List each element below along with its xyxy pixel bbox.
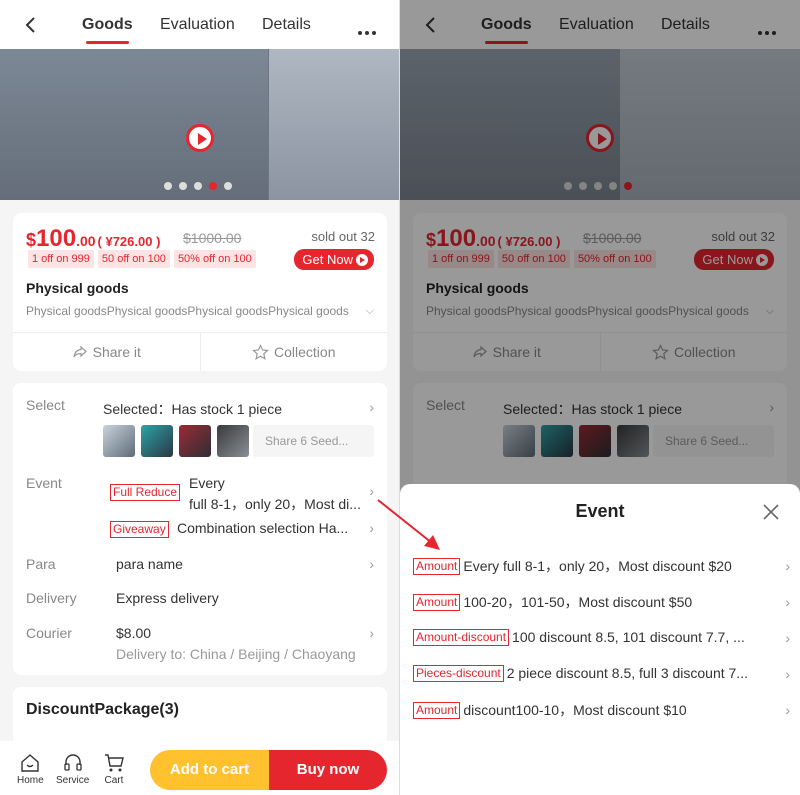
event-tag: Pieces-discount <box>413 665 504 682</box>
promo-tag: 1 off on 999 <box>28 250 94 268</box>
delivery-row: Delivery Express delivery <box>26 590 219 606</box>
original-price: $1000.00 <box>183 230 242 246</box>
back-arrow-icon[interactable] <box>20 14 42 36</box>
event-row[interactable]: Event Full Reduce Every full 8-1，only 20… <box>26 475 374 515</box>
more-icon[interactable] <box>355 22 376 40</box>
product-photo <box>269 49 400 200</box>
para-row[interactable]: Para para name › <box>26 556 374 576</box>
spec-thumbnails[interactable] <box>103 425 249 457</box>
play-video-icon[interactable] <box>186 124 214 152</box>
share-icon <box>73 345 87 358</box>
home-button[interactable]: Home <box>17 753 44 786</box>
chevron-right-icon: › <box>785 630 790 646</box>
tab-goods[interactable]: Goods <box>82 16 133 44</box>
event-sheet: Event Amount Every full 8-1，only 20，Most … <box>400 484 800 795</box>
event-item[interactable]: Amount Every full 8-1，only 20，Most discou… <box>413 556 790 576</box>
discount-package-title: DiscountPackage(3) <box>26 701 179 718</box>
buy-now-button[interactable]: Buy now <box>269 750 387 790</box>
headset-icon <box>64 754 82 771</box>
product-description: Physical goodsPhysical goodsPhysical goo… <box>26 304 349 318</box>
product-name: Physical goods <box>26 280 129 296</box>
event-item[interactable]: Amount-discount 100 discount 8.5, 101 dis… <box>413 628 790 646</box>
promo-tag: 50 off on 100 <box>97 250 170 268</box>
get-now-button[interactable]: Get Now <box>294 249 374 270</box>
product-photo <box>0 49 268 200</box>
tab-evaluation[interactable]: Evaluation <box>160 16 235 34</box>
promo-tag: 50% off on 100 <box>173 250 256 268</box>
event-item[interactable]: Amount 100-20，101-50，Most discount $50 › <box>413 592 790 612</box>
event-tag: Amount <box>413 557 461 575</box>
promo-tags: 1 off on 999 50 off on 100 50% off on 10… <box>28 250 256 268</box>
price-card: $100.00( ¥726.00 ) $1000.00 sold out 32 … <box>13 213 387 371</box>
event-tag: Giveaway <box>110 520 169 538</box>
chevron-right-icon: › <box>369 625 374 641</box>
event-tag: Amount <box>413 593 461 611</box>
sheet-title: Event <box>575 501 625 521</box>
sold-count: sold out 32 <box>311 229 375 244</box>
courier-row[interactable]: Courier $8.00 Delivery to: China / Beiji… <box>26 625 374 665</box>
event-item[interactable]: Amount discount100-10，Most discount $10 › <box>413 700 790 720</box>
event-tag: Amount-discount <box>413 629 510 646</box>
giveaway-row[interactable]: Giveaway Combination selection Ha... › <box>26 520 374 540</box>
chevron-right-icon: › <box>369 399 374 415</box>
service-button[interactable]: Service <box>56 753 89 786</box>
event-item[interactable]: Pieces-discount 2 piece discount 8.5, ful… <box>413 664 790 682</box>
chevron-right-icon: › <box>785 702 790 718</box>
product-screen: Goods Evaluation Details $100.00( ¥726.0… <box>0 0 400 795</box>
chevron-down-icon[interactable]: ⌵ <box>366 305 374 318</box>
chevron-right-icon: › <box>785 558 790 574</box>
carousel-dots <box>164 182 232 190</box>
home-icon <box>21 754 40 772</box>
price: $100.00( ¥726.00 ) <box>26 225 161 252</box>
thumbnail[interactable] <box>217 425 249 457</box>
thumbnail[interactable] <box>103 425 135 457</box>
arrow-circle-icon <box>356 253 368 266</box>
bottom-bar: Home Service Cart Add to cart Buy now <box>0 741 400 795</box>
cart-button[interactable]: Cart <box>103 753 125 786</box>
star-icon <box>252 343 269 360</box>
chevron-right-icon: › <box>369 520 374 536</box>
chevron-right-icon: › <box>369 483 374 499</box>
share-seed-field[interactable]: Share 6 Seed... <box>253 425 374 457</box>
chevron-right-icon: › <box>785 666 790 682</box>
close-icon[interactable] <box>762 503 780 521</box>
product-screen-with-event-sheet: Goods Evaluation Details $100.00( ¥726.0… <box>400 0 800 795</box>
event-tag: Amount <box>413 701 461 719</box>
top-nav: Goods Evaluation Details <box>0 0 400 49</box>
product-image-carousel[interactable] <box>0 49 400 200</box>
chevron-right-icon: › <box>369 556 374 572</box>
share-button[interactable]: Share it <box>13 333 201 371</box>
selected-spec: Selected：Has stock 1 piece <box>103 401 282 417</box>
cart-icon <box>105 754 124 772</box>
chevron-right-icon: › <box>785 594 790 610</box>
event-tag: Full Reduce <box>110 483 181 501</box>
thumbnail[interactable] <box>179 425 211 457</box>
tab-details[interactable]: Details <box>262 16 311 34</box>
add-to-cart-button[interactable]: Add to cart <box>150 750 269 790</box>
options-card: Select Selected：Has stock 1 piece › Shar… <box>13 383 387 675</box>
thumbnail[interactable] <box>141 425 173 457</box>
collection-button[interactable]: Collection <box>201 333 388 371</box>
